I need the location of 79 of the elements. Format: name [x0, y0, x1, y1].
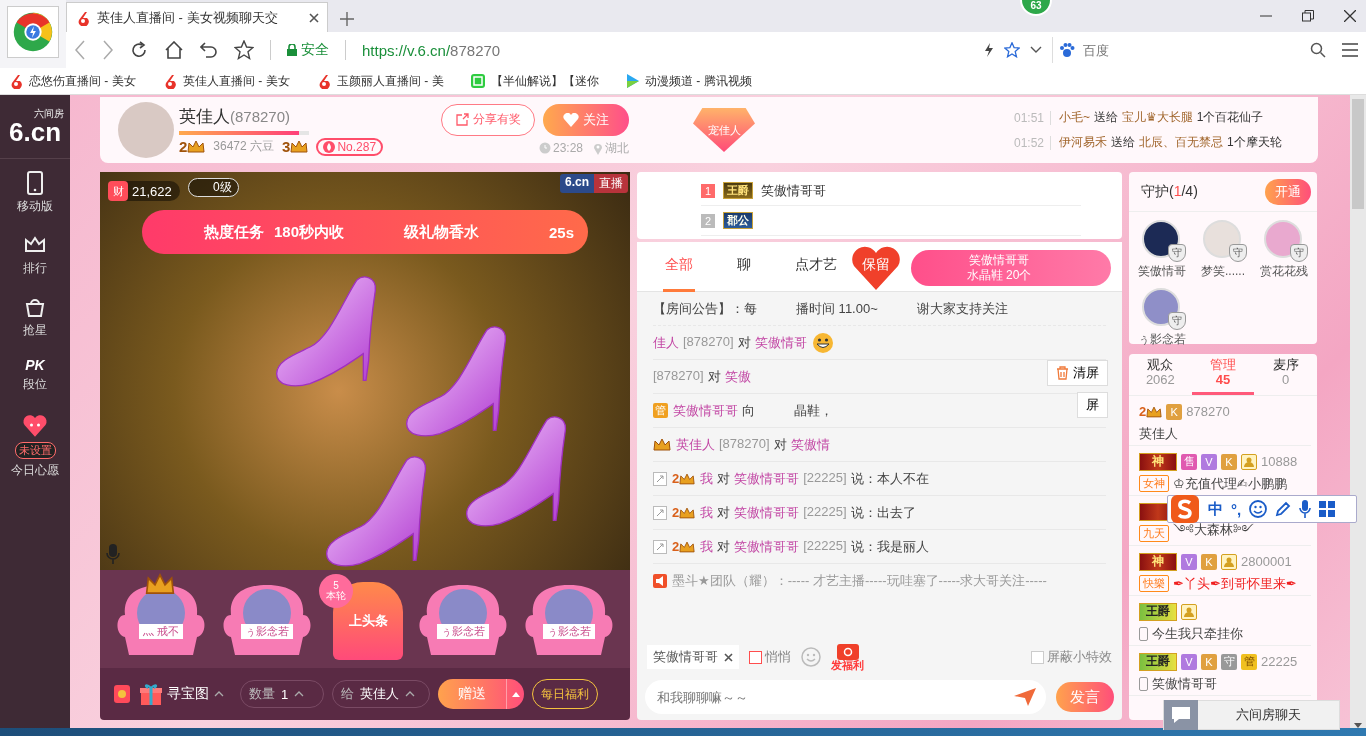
chat-message: 我 对 笑傲情哥哥 [22225] 说：出去了 [700, 503, 916, 522]
guard-badge: 守 [1229, 244, 1247, 262]
heart-badge: 保留 [851, 246, 901, 290]
gift-feed-item: 01:51 小毛~ 送给 宝儿♛大长腿 1个百花仙子 [1014, 109, 1265, 126]
pk-label: PK [25, 357, 45, 373]
chat-fragment: 播时间 11.00~ [796, 299, 878, 318]
anchor-level: 2 [179, 138, 206, 155]
user-badge: K [1201, 553, 1217, 570]
rank-badge: 王爵 [1139, 652, 1177, 671]
user-badge: K [1201, 653, 1217, 670]
user-badge: K [1221, 453, 1237, 470]
user-level: 2 [672, 539, 696, 554]
guard-badge: 守 [1167, 244, 1186, 262]
user-name: ༺大森林༻ [1173, 521, 1254, 539]
rank-badge: No.287 [316, 137, 384, 156]
gift-feed-item: 01:52 伊河易禾 送给 北辰、百无禁忌 1个摩天轮 [1014, 134, 1283, 151]
streamer-name: 英佳人(878270) [179, 105, 292, 128]
chat-message: 佳人 [878270] 对 笑傲情哥 [653, 333, 807, 352]
rank-name: 笑傲情哥哥 [761, 181, 826, 200]
user-tag: 九天 [1139, 525, 1169, 542]
user-name: ♔充值代理✍小鹏鹏 [1173, 474, 1287, 493]
role-tag: 管 [653, 403, 668, 418]
user-badge: 售 [1181, 453, 1197, 470]
guard-title: 守护(1/4) [1141, 182, 1198, 201]
guard-badge: 守 [1290, 244, 1309, 262]
user-id: 10888 [1261, 454, 1298, 469]
user-badge: V [1181, 553, 1197, 570]
bean-count: 36472 六豆 [213, 138, 275, 155]
system-message: 墨斗★团队（耀）：----- 才艺主播-----玩哇塞了-----求大哥关注----- [672, 572, 1047, 590]
user-badge: K [1166, 403, 1183, 420]
title-badge: 郡公 [723, 212, 753, 229]
user-badge: 管 [1241, 653, 1257, 670]
security-label: 安全 [301, 41, 329, 59]
user-name: 今生我只牵挂你 [1152, 624, 1243, 643]
chat-message: 我 对 笑傲情哥哥 [22225] 说：本人不在 [700, 469, 929, 488]
user-id: 2800001 [1241, 554, 1292, 569]
round-badge: 5 本轮 [319, 574, 353, 608]
wealth-counter: 财 21,622 [108, 181, 180, 201]
announcement-text: 【房间公告】：每 [653, 299, 757, 318]
guard-name: ぅ影念若 [1137, 331, 1186, 348]
seat-name: ぅ影念若 [543, 624, 595, 639]
user-name: 笑傲情哥哥 [1152, 674, 1217, 693]
chat-fragment: 谢大家支持关注 [916, 299, 1008, 318]
status-tag: 未设置 [14, 442, 56, 459]
rank-badge: 神 [1139, 552, 1177, 571]
notification-badge: 63 [1020, 0, 1052, 16]
chat-fragment: 晶鞋， [794, 401, 833, 420]
chat-message: 我 对 笑傲情哥哥 [22225] 说：我是丽人 [700, 537, 929, 556]
title-badge: 王爵 [723, 182, 753, 199]
rank-badge: 神 [1139, 452, 1177, 471]
guard-name: 梦笑...... [1201, 263, 1245, 280]
chat-message: [878270] 对 笑傲 [653, 367, 751, 386]
guard-name: 笑傲情哥 [1137, 263, 1186, 280]
user-id: 878270 [1186, 404, 1230, 419]
guard-name: 赏花花残 [1260, 263, 1309, 280]
seat-name: 灬 戒不 [138, 624, 184, 639]
user-badge: V [1201, 453, 1217, 470]
user-name: 英佳人 [1139, 424, 1178, 443]
guard-badge: 守 [1167, 312, 1186, 330]
user-level: 2 [672, 505, 696, 520]
chat-message: 英佳人 [878270] 对 笑傲情 [676, 435, 830, 454]
user-name: ✒丫头✒到哥怀里来✒ [1173, 574, 1297, 593]
user-tag: 快樂 [1139, 575, 1169, 592]
wealth-level: 3 [282, 138, 309, 155]
chat-message: 笑傲情哥哥 向 [673, 401, 755, 420]
rank-number: 2 [701, 213, 715, 228]
rank-badge: 王爵 [1139, 602, 1177, 621]
user-badge: 守 [1221, 653, 1237, 670]
user-level: 2 [672, 471, 696, 486]
rank-number: 1 [701, 183, 715, 198]
user-badge: V [1181, 653, 1197, 670]
user-tag: 女神 [1139, 475, 1169, 492]
location: 湖北 [593, 139, 629, 157]
user-id: 22225 [1261, 654, 1298, 669]
stream-time: 23:28 [538, 139, 583, 157]
seat-name: ぅ影念若 [241, 624, 293, 639]
seat-name: ぅ影念若 [437, 624, 489, 639]
gift-banner: 笑傲情哥哥 水晶鞋 20个 [911, 250, 1111, 286]
user-level: 2 [1139, 404, 1163, 419]
